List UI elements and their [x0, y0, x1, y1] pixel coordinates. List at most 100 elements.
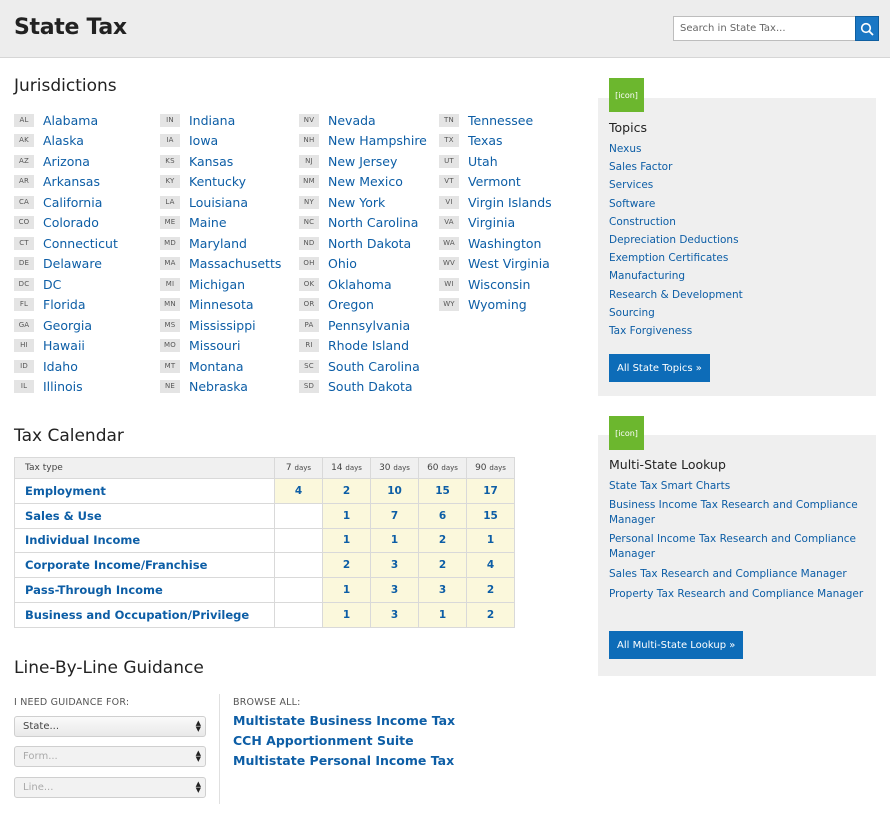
jurisdiction-link[interactable]: North Dakota [328, 236, 411, 251]
deadline-count-cell[interactable]: 4 [274, 478, 323, 504]
jurisdiction-link[interactable]: Maryland [189, 236, 247, 251]
jurisdiction-link[interactable]: Kentucky [189, 174, 246, 189]
jurisdiction-link[interactable]: Hawaii [43, 338, 85, 353]
jurisdiction-link[interactable]: Massachusetts [189, 256, 281, 271]
jurisdiction-link[interactable]: Alabama [43, 113, 98, 128]
jurisdiction-link[interactable]: Georgia [43, 318, 92, 333]
jurisdiction-link[interactable]: Virginia [468, 215, 515, 230]
search-input[interactable] [673, 16, 855, 41]
browse-link-apportionment-suite[interactable]: CCH Apportionment Suite [233, 733, 414, 748]
jurisdiction-link[interactable]: Connecticut [43, 236, 118, 251]
topic-link[interactable]: Construction [609, 215, 871, 230]
all-state-topics-button[interactable]: All State Topics » [609, 354, 710, 382]
deadline-count-cell[interactable]: 3 [370, 552, 419, 579]
jurisdiction-link[interactable]: Kansas [189, 154, 233, 169]
jurisdiction-link[interactable]: Nevada [328, 113, 376, 128]
deadline-count-cell[interactable]: 15 [466, 502, 515, 529]
topic-link[interactable]: Software [609, 197, 871, 212]
topic-link[interactable]: Sourcing [609, 306, 871, 321]
jurisdiction-link[interactable]: Missouri [189, 338, 240, 353]
topic-link[interactable]: Sales Factor [609, 160, 871, 175]
lookup-link[interactable]: Business Income Tax Research and Complia… [609, 498, 871, 527]
jurisdiction-link[interactable]: Nebraska [189, 379, 248, 394]
deadline-count-cell[interactable]: 2 [322, 552, 371, 579]
deadline-count-cell[interactable]: 3 [418, 577, 467, 603]
lookup-link[interactable]: Sales Tax Research and Compliance Manage… [609, 567, 871, 582]
topic-link[interactable]: Research & Development [609, 288, 871, 303]
browse-link-multistate-personal[interactable]: Multistate Personal Income Tax [233, 753, 454, 768]
jurisdiction-link[interactable]: Arizona [43, 154, 90, 169]
jurisdiction-link[interactable]: Pennsylvania [328, 318, 410, 333]
jurisdiction-link[interactable]: South Carolina [328, 359, 420, 374]
tax-type-link[interactable]: Sales & Use [14, 502, 275, 529]
jurisdiction-link[interactable]: New Hampshire [328, 133, 427, 148]
topic-link[interactable]: Manufacturing [609, 269, 871, 284]
jurisdiction-link[interactable]: Michigan [189, 277, 245, 292]
deadline-count-cell[interactable]: 2 [466, 577, 515, 603]
jurisdiction-link[interactable]: Oklahoma [328, 277, 392, 292]
jurisdiction-link[interactable]: Texas [468, 133, 503, 148]
deadline-count-cell[interactable]: 3 [370, 577, 419, 603]
line-select[interactable]: Line... ▲ ▼ [14, 777, 206, 798]
search-button[interactable] [855, 16, 879, 41]
tax-type-link[interactable]: Business and Occupation/Privilege [14, 601, 275, 628]
topic-link[interactable]: Services [609, 178, 871, 193]
deadline-count-cell[interactable]: 10 [370, 478, 419, 504]
deadline-count-cell[interactable]: 1 [322, 577, 371, 603]
jurisdiction-link[interactable]: Idaho [43, 359, 78, 374]
jurisdiction-link[interactable]: Maine [189, 215, 227, 230]
jurisdiction-link[interactable]: Illinois [43, 379, 83, 394]
all-multistate-lookup-button[interactable]: All Multi-State Lookup » [609, 631, 744, 659]
tax-type-link[interactable]: Individual Income [14, 527, 275, 554]
deadline-count-cell[interactable]: 7 [370, 502, 419, 529]
jurisdiction-link[interactable]: Utah [468, 154, 498, 169]
browse-link-multistate-business[interactable]: Multistate Business Income Tax [233, 713, 455, 728]
jurisdiction-link[interactable]: Tennessee [468, 113, 533, 128]
tax-type-link[interactable]: Employment [14, 478, 275, 504]
deadline-count-cell[interactable]: 2 [418, 527, 467, 554]
deadline-count-cell[interactable]: 1 [322, 502, 371, 529]
jurisdiction-link[interactable]: Indiana [189, 113, 235, 128]
deadline-count-cell[interactable]: 4 [466, 552, 515, 579]
deadline-count-cell[interactable]: 1 [466, 527, 515, 554]
jurisdiction-link[interactable]: North Carolina [328, 215, 418, 230]
jurisdiction-link[interactable]: Minnesota [189, 297, 254, 312]
jurisdiction-link[interactable]: Wyoming [468, 297, 527, 312]
jurisdiction-link[interactable]: West Virginia [468, 256, 550, 271]
deadline-count-cell[interactable]: 1 [322, 527, 371, 554]
tax-type-link[interactable]: Corporate Income/Franchise [14, 552, 275, 579]
deadline-count-cell[interactable]: 2 [418, 552, 467, 579]
jurisdiction-link[interactable]: Ohio [328, 256, 357, 271]
lookup-link[interactable]: Property Tax Research and Compliance Man… [609, 587, 871, 602]
jurisdiction-link[interactable]: Florida [43, 297, 86, 312]
form-select[interactable]: Form... ▲ ▼ [14, 746, 206, 767]
topic-link[interactable]: Exemption Certificates [609, 251, 871, 266]
deadline-count-cell[interactable]: 1 [418, 601, 467, 628]
state-select[interactable]: State... ▲ ▼ [14, 716, 206, 737]
topic-link[interactable]: Depreciation Deductions [609, 233, 871, 248]
jurisdiction-link[interactable]: Colorado [43, 215, 99, 230]
jurisdiction-link[interactable]: Mississippi [189, 318, 256, 333]
lookup-link[interactable]: Personal Income Tax Research and Complia… [609, 532, 871, 561]
jurisdiction-link[interactable]: Montana [189, 359, 244, 374]
jurisdiction-link[interactable]: Vermont [468, 174, 521, 189]
jurisdiction-link[interactable]: Iowa [189, 133, 218, 148]
deadline-count-cell[interactable]: 2 [322, 478, 371, 504]
jurisdiction-link[interactable]: California [43, 195, 102, 210]
jurisdiction-link[interactable]: DC [43, 277, 61, 292]
jurisdiction-link[interactable]: Delaware [43, 256, 102, 271]
jurisdiction-link[interactable]: Arkansas [43, 174, 100, 189]
jurisdiction-link[interactable]: New Jersey [328, 154, 397, 169]
jurisdiction-link[interactable]: Wisconsin [468, 277, 530, 292]
deadline-count-cell[interactable]: 15 [418, 478, 467, 504]
jurisdiction-link[interactable]: Virgin Islands [468, 195, 552, 210]
deadline-count-cell[interactable]: 2 [466, 601, 515, 628]
topic-link[interactable]: Tax Forgiveness [609, 324, 871, 339]
deadline-count-cell[interactable]: 1 [370, 527, 419, 554]
jurisdiction-link[interactable]: South Dakota [328, 379, 413, 394]
tax-type-link[interactable]: Pass-Through Income [14, 577, 275, 603]
deadline-count-cell[interactable]: 1 [322, 601, 371, 628]
deadline-count-cell[interactable]: 3 [370, 601, 419, 628]
deadline-count-cell[interactable]: 6 [418, 502, 467, 529]
lookup-link[interactable]: State Tax Smart Charts [609, 479, 871, 494]
